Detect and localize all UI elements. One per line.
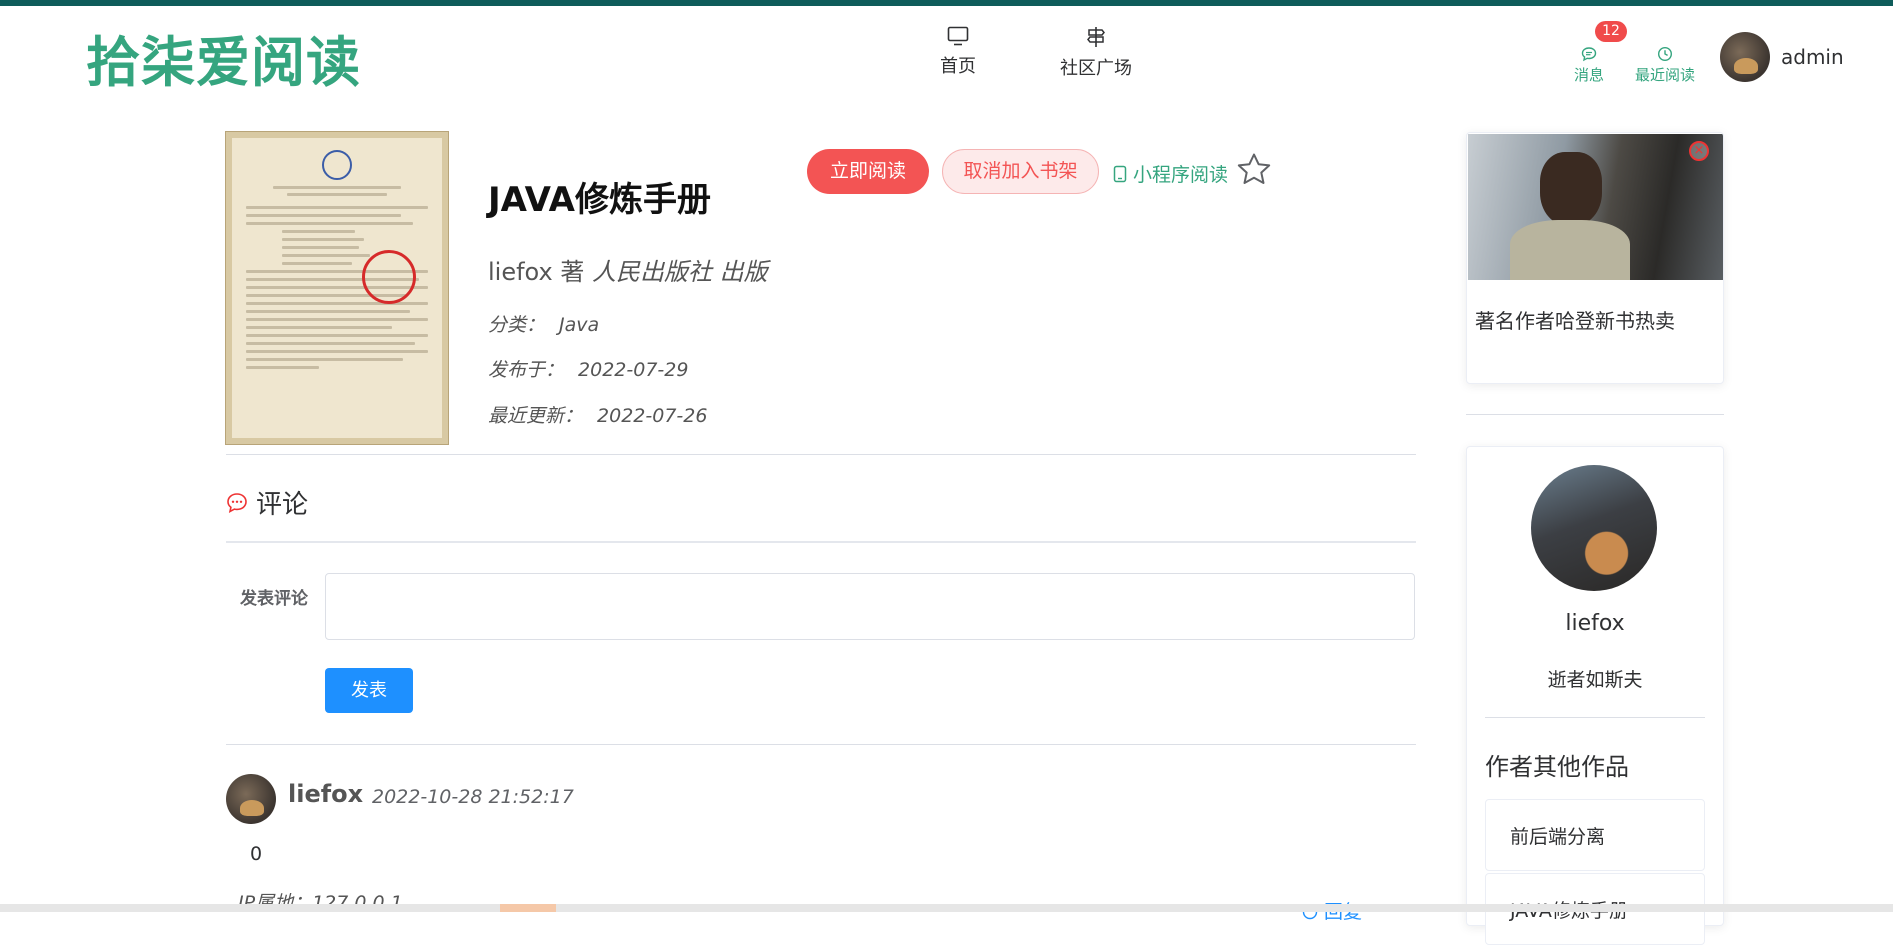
- category-label: 分类：: [488, 314, 546, 336]
- cover-line: [273, 186, 401, 189]
- mini-program-read-link[interactable]: 小程序阅读: [1113, 160, 1228, 187]
- mini-program-read-label: 小程序阅读: [1133, 164, 1229, 186]
- cover-line: [246, 326, 392, 329]
- comment-avatar[interactable]: [226, 774, 276, 824]
- nav-home-label: 首页: [940, 56, 976, 77]
- messages-label: 消息: [1573, 66, 1604, 84]
- book-author[interactable]: liefox: [488, 258, 553, 286]
- author-avatar[interactable]: [1531, 465, 1657, 591]
- cover-line: [246, 302, 428, 305]
- book-author-suffix: 著: [560, 258, 585, 286]
- book-cover-image: [225, 131, 449, 445]
- signpost-icon: [1087, 27, 1105, 47]
- comment-time: 2022-10-28 21:52:17: [372, 786, 574, 808]
- book-title: JAVA修炼手册: [488, 180, 711, 220]
- chat-bubble-icon: [1581, 47, 1597, 62]
- nav-community-label: 社区广场: [1060, 58, 1132, 79]
- book-updated-row: 最近更新： 2022-07-26: [488, 401, 707, 428]
- comments-title: 评论: [256, 490, 309, 520]
- author-work-item[interactable]: 前后端分离: [1485, 799, 1705, 871]
- favorite-star-icon[interactable]: [1236, 152, 1272, 186]
- comment-list-divider: [226, 744, 1416, 745]
- site-logo[interactable]: 拾柒爱阅读: [86, 18, 361, 97]
- cover-line: [246, 214, 401, 217]
- messages-link[interactable]: 消息: [1572, 46, 1606, 85]
- horizontal-scrollbar[interactable]: [0, 904, 1893, 912]
- cover-line: [246, 206, 428, 209]
- phone-icon: [1113, 165, 1127, 182]
- remove-from-shelf-button[interactable]: 取消加入书架: [942, 149, 1099, 194]
- monitor-icon: [947, 26, 969, 46]
- cover-line: [282, 246, 359, 249]
- recent-reading-label: 最近阅读: [1634, 66, 1695, 84]
- scrollbar-thumb[interactable]: [500, 904, 556, 912]
- updated-label: 最近更新：: [488, 405, 584, 427]
- cover-emblem: [322, 150, 352, 180]
- cover-line: [246, 366, 319, 369]
- read-now-button[interactable]: 立即阅读: [807, 149, 929, 194]
- book-category-row: 分类： Java: [488, 310, 599, 337]
- comment-icon: [227, 492, 247, 513]
- sidebar-divider: [1466, 414, 1724, 415]
- post-comment-label: 发表评论: [240, 589, 308, 609]
- author-name[interactable]: liefox: [1467, 611, 1723, 636]
- book-published-row: 发布于： 2022-07-29: [488, 355, 688, 382]
- book-author-line: liefox 著 人民出版社 出版: [488, 252, 768, 287]
- cover-line: [282, 238, 365, 241]
- nav-home[interactable]: 首页: [938, 26, 978, 78]
- cover-line: [286, 193, 388, 196]
- cover-seal: [362, 250, 416, 304]
- comment-input[interactable]: [325, 573, 1415, 640]
- close-icon[interactable]: ×: [1689, 141, 1709, 161]
- post-comment-button[interactable]: 发表: [325, 668, 413, 713]
- cover-line: [282, 262, 352, 265]
- comments-divider: [226, 541, 1416, 543]
- cover-line: [246, 358, 403, 361]
- book-publisher-suffix: 出版: [719, 258, 768, 286]
- ad-card[interactable]: × 著名作者哈登新书热卖: [1466, 132, 1724, 384]
- cover-line: [246, 318, 428, 321]
- cover-line: [282, 254, 370, 257]
- username[interactable]: admin: [1781, 45, 1844, 69]
- published-value: 2022-07-29: [578, 359, 689, 381]
- cover-line: [246, 334, 428, 337]
- cover-line: [246, 310, 410, 313]
- clock-icon: [1657, 46, 1673, 62]
- author-motto: 逝者如斯夫: [1547, 669, 1643, 691]
- ad-image: [1468, 134, 1723, 280]
- published-label: 发布于：: [488, 359, 565, 381]
- cover-line: [282, 230, 356, 233]
- book-publisher: 人民出版社: [591, 258, 712, 286]
- user-avatar[interactable]: [1720, 32, 1770, 82]
- author-card: liefox 逝者如斯夫 作者其他作品 前后端分离 JAVA修炼手册: [1466, 446, 1724, 945]
- author-works-title: 作者其他作品: [1485, 753, 1629, 781]
- nav-community[interactable]: 社区广场: [1058, 26, 1134, 80]
- ad-text[interactable]: 著名作者哈登新书热卖: [1475, 305, 1675, 334]
- recent-reading-link[interactable]: 最近阅读: [1634, 46, 1696, 85]
- comment-username[interactable]: liefox: [288, 780, 363, 808]
- cover-line: [246, 222, 414, 225]
- cover-line: [246, 342, 416, 345]
- comments-heading: 评论: [226, 484, 308, 521]
- category-value: Java: [559, 314, 600, 336]
- top-accent-bar: [0, 0, 1893, 6]
- messages-badge: 12: [1595, 21, 1627, 42]
- comment-content: 0: [250, 843, 263, 865]
- updated-value: 2022-07-26: [597, 405, 708, 427]
- cover-line: [246, 350, 428, 353]
- author-card-divider: [1485, 717, 1705, 718]
- section-divider: [226, 454, 1416, 455]
